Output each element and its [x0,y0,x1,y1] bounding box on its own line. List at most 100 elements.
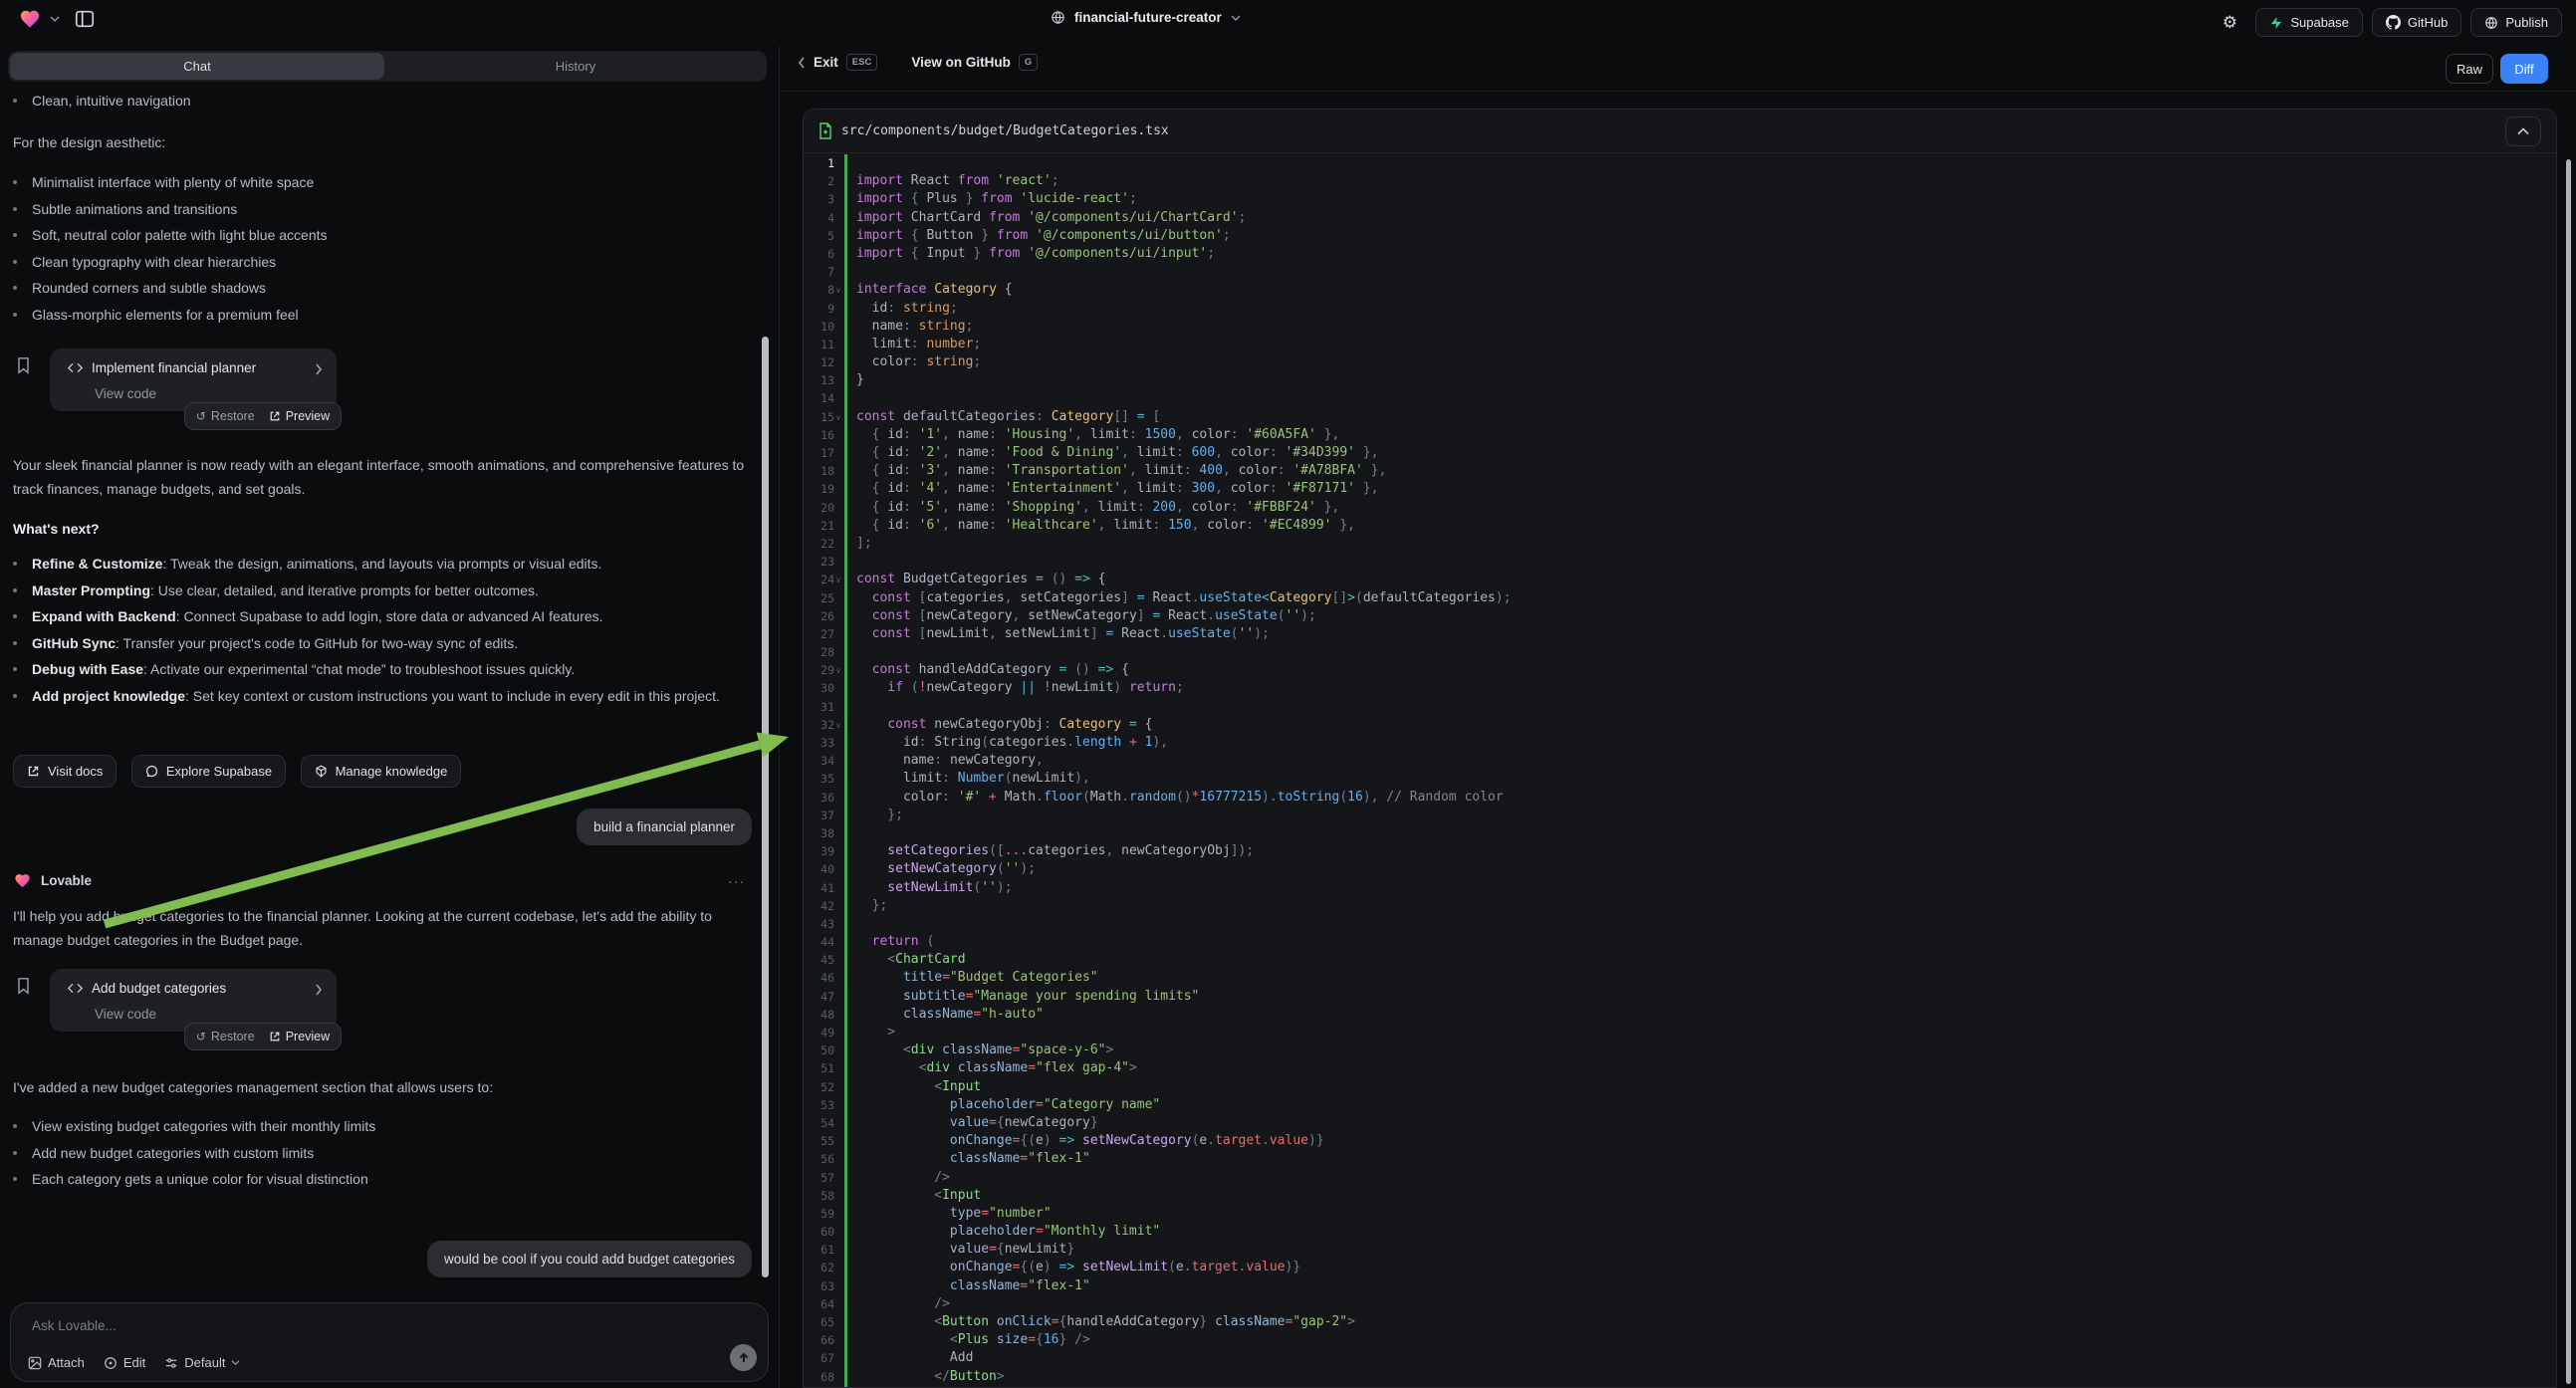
lovable-logo-icon[interactable] [18,8,42,30]
collapse-file-button[interactable] [2505,116,2541,146]
code-line: 8∨interface Category { [804,281,2556,299]
code-line: 47 subtitle="Manage your spending limits… [804,988,2556,1006]
code-line: 31 [804,698,2556,716]
file-added-icon [819,122,832,139]
quick-actions-row: Visit docs Explore Supabase Manage knowl… [13,755,471,788]
file-card: src/components/budget/BudgetCategories.t… [803,109,2557,1388]
exit-button[interactable]: Exit ESC [798,54,877,71]
code-line: 56 className="flex-1" [804,1150,2556,1168]
code-line: 32∨ const newCategoryObj: Category = { [804,716,2556,734]
project-switcher[interactable]: financial-future-creator [1051,10,1241,25]
more-options-icon[interactable]: ... [728,870,746,886]
restore-icon: ↺ [196,409,206,423]
code-line: 36 color: '#' + Math.floor(Math.random()… [804,789,2556,807]
list-item: Subtle animations and transitions [0,196,737,223]
file-card-header: src/components/budget/BudgetCategories.t… [804,110,2556,153]
bookmark-icon[interactable] [16,356,31,374]
edit-button[interactable]: Edit [104,1355,145,1370]
fold-chevron-icon[interactable]: ∨ [835,409,845,427]
chevron-down-icon [231,1359,240,1366]
code-line: 51 <div className="flex gap-4"> [804,1059,2556,1077]
whats-next-list: Refine & Customize: Tweak the design, an… [0,551,752,709]
code-line: 33 id: String(categories.length + 1), [804,734,2556,752]
code-scrollbar[interactable] [2566,159,2571,1384]
code-line: 58 <Input [804,1187,2556,1205]
attach-button[interactable]: Attach [28,1355,85,1370]
external-link-icon [27,765,40,778]
code-line: 65 <Button onClick={handleAddCategory} c… [804,1313,2556,1331]
list-item: Glass-morphic elements for a premium fee… [0,302,737,329]
code-line: 5import { Button } from '@/components/ui… [804,227,2556,245]
tab-chat[interactable]: Chat [10,53,384,80]
view-on-github-button[interactable]: View on GitHub G [911,54,1038,71]
code-line: 29∨ const handleAddCategory = () => { [804,661,2556,679]
top-bar: financial-future-creator ⚙ Supabase GitH… [0,0,2576,46]
restore-button[interactable]: ↺ Restore [196,1030,255,1043]
view-code-link[interactable]: View code [95,1007,156,1022]
code-line: 63 className="flex-1" [804,1277,2556,1295]
restore-preview-pill: ↺ Restore Preview [184,402,342,430]
code-line: 42 }; [804,897,2556,915]
list-item: Each category gets a unique color for vi… [0,1166,737,1193]
publish-button[interactable]: Publish [2470,8,2562,37]
code-line: 57 /> [804,1169,2556,1187]
chat-scrollbar[interactable] [762,337,769,1277]
user-message: build a financial planner [577,809,752,845]
sidebar-toggle-icon[interactable] [74,8,96,30]
list-item: Expand with Backend: Connect Supabase to… [0,603,752,630]
chat-history-tabs: Chat History [8,51,767,82]
code-line: 66 <Plus size={16} /> [804,1331,2556,1349]
code-line: 13} [804,371,2556,389]
chevron-down-icon[interactable] [50,15,60,23]
design-bullet-list: Minimalist interface with plenty of whit… [0,169,737,328]
code-lines: 12import React from 'react';3import { Pl… [804,154,2556,1386]
chevron-right-icon [315,363,323,375]
settings-button[interactable]: ⚙ [2213,8,2246,37]
code-line: 1 [804,154,2556,172]
code-line: 37 }; [804,807,2556,824]
code-line: 7 [804,263,2556,281]
whats-next-heading: What's next? [13,521,100,537]
gear-icon: ⚙ [2223,13,2237,33]
view-code-link[interactable]: View code [95,386,156,401]
mode-select[interactable]: Default [164,1355,240,1370]
chevron-up-icon [2517,127,2529,135]
fold-chevron-icon[interactable]: ∨ [835,572,845,589]
fold-chevron-icon[interactable]: ∨ [835,662,845,680]
fold-chevron-icon[interactable]: ∨ [835,282,845,300]
code-view-panel: Exit ESC View on GitHub G Raw Diff src/c… [779,46,2576,1388]
code-line: 35 limit: Number(newLimit), [804,770,2556,788]
diff-toggle-button[interactable]: Diff [2500,54,2548,84]
chat-composer[interactable]: Ask Lovable... Attach Edit Default [10,1302,769,1382]
added-paragraph: I've added a new budget categories manag… [13,1075,750,1099]
bookmark-icon[interactable] [16,977,31,995]
list-item: Soft, neutral color palette with light b… [0,222,737,249]
visit-docs-button[interactable]: Visit docs [13,755,117,788]
restore-button[interactable]: ↺ Restore [196,409,255,423]
fold-chevron-icon[interactable]: ∨ [835,717,845,735]
explore-supabase-button[interactable]: Explore Supabase [131,755,286,788]
code-line: 54 value={newCategory} [804,1114,2556,1132]
list-item: Refine & Customize: Tweak the design, an… [0,551,752,578]
globe-icon [1051,10,1065,25]
code-line: 48 className="h-auto" [804,1006,2556,1024]
code-line: 6import { Input } from '@/components/ui/… [804,245,2556,263]
code-line: 17 { id: '2', name: 'Food & Dining', lim… [804,444,2556,462]
package-icon [315,765,328,778]
github-button[interactable]: GitHub [2372,8,2461,37]
code-line: 25 const [categories, setCategories] = R… [804,589,2556,607]
raw-toggle-button[interactable]: Raw [2446,54,2493,84]
esc-key-chip: ESC [846,54,878,71]
project-title: financial-future-creator [1074,10,1222,25]
code-editor[interactable]: 12import React from 'react';3import { Pl… [804,154,2556,1387]
preview-button[interactable]: Preview [269,1030,330,1043]
supabase-button[interactable]: Supabase [2255,8,2363,37]
code-line: 52 <Input [804,1078,2556,1096]
code-view-header: Exit ESC View on GitHub G Raw Diff [780,46,2576,92]
manage-knowledge-button[interactable]: Manage knowledge [301,755,462,788]
send-button[interactable] [730,1344,757,1371]
list-item: Master Prompting: Use clear, detailed, a… [0,578,752,604]
code-line: 50 <div className="space-y-6"> [804,1041,2556,1059]
preview-button[interactable]: Preview [269,409,330,423]
tab-history[interactable]: History [386,53,765,80]
